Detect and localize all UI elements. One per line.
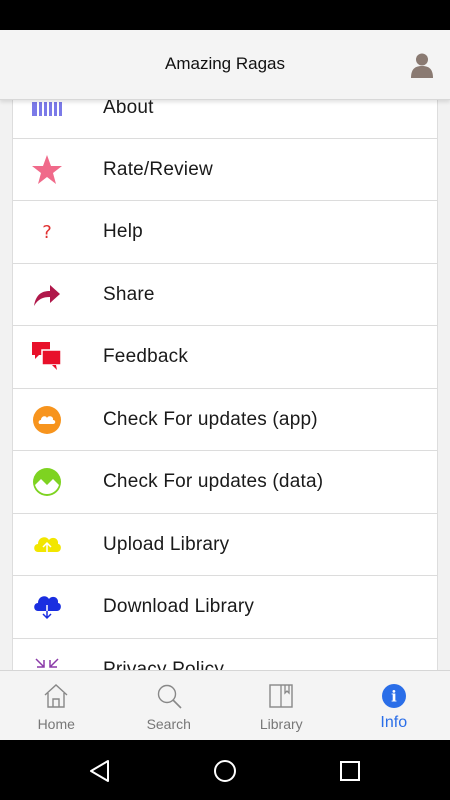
cloud-update-icon [31,404,63,436]
recents-icon[interactable] [336,757,364,785]
menu-item-label: Check For updates (app) [103,408,318,430]
info-menu-scroll-area[interactable]: About Rate/Review ? Help Share Feedback … [0,100,450,670]
home-icon [44,684,68,708]
status-bar [0,0,450,30]
info-icon: i [381,684,406,708]
about-icon [31,100,63,124]
menu-item-upload-library[interactable]: Upload Library [12,513,438,576]
menu-item-label: About [103,100,154,118]
menu-item-label: Share [103,283,155,305]
privacy-icon [31,654,63,671]
search-icon [157,684,182,709]
tab-label: Library [259,716,303,732]
page-title: Amazing Ragas [164,54,285,73]
help-icon: ? [31,216,63,248]
menu-item-privacy-policy[interactable]: Privacy Policy [12,638,438,671]
menu-item-help[interactable]: ? Help [12,201,438,264]
tab-label: Home [37,716,75,732]
tab-label: Info [380,714,408,731]
tab-search[interactable]: Search [113,671,226,741]
feedback-icon [31,341,63,373]
menu-item-feedback[interactable]: Feedback [12,326,438,389]
svg-text:i: i [391,688,397,706]
menu-item-label: Download Library [103,596,255,617]
menu-item-label: Privacy Policy [103,658,225,671]
menu-item-about[interactable]: About [12,100,438,139]
info-menu-list: About Rate/Review ? Help Share Feedback … [12,100,438,670]
menu-item-label: Upload Library [103,533,230,555]
app-header: Amazing Ragas [0,30,450,100]
star-icon [31,154,63,186]
tab-home[interactable]: Home [0,671,113,741]
tab-info[interactable]: i Info [338,671,450,741]
tab-label: Search [146,716,191,732]
svg-text:?: ? [42,222,52,243]
menu-item-check-updates-app[interactable]: Check For updates (app) [12,388,438,451]
home-nav-icon[interactable] [211,757,239,785]
menu-item-label: Help [103,221,143,242]
user-icon [411,53,433,78]
menu-item-label: Feedback [103,346,189,367]
cloud-upload-icon [31,529,63,561]
system-nav-bar [0,740,450,800]
menu-item-label: Check For updates (data) [103,471,324,492]
back-icon[interactable] [86,757,114,785]
library-icon [269,684,293,708]
menu-item-download-library[interactable]: Download Library [12,576,438,639]
share-icon [31,279,63,311]
landscape-update-icon [31,466,63,498]
menu-item-label: Rate/Review [103,158,213,180]
cloud-download-icon [31,591,63,623]
profile-button[interactable] [410,52,434,78]
menu-item-check-updates-data[interactable]: Check For updates (data) [12,451,438,514]
tab-library[interactable]: Library [225,671,338,741]
bottom-tab-bar: Home Search Library i Info [0,670,450,740]
menu-item-rate-review[interactable]: Rate/Review [12,138,438,201]
menu-item-share[interactable]: Share [12,263,438,326]
